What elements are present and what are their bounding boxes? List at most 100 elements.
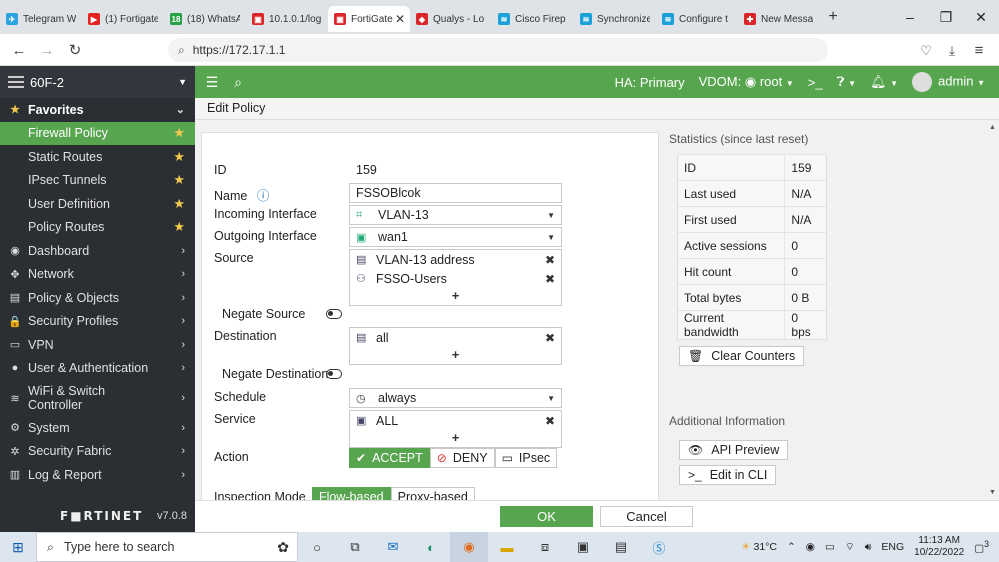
record-icon[interactable]: ◉ <box>806 541 815 553</box>
forward-icon[interactable]: → <box>36 40 58 62</box>
action-deny-button[interactable]: ⊘ DENY <box>429 448 495 468</box>
search-icon[interactable]: ⌕ <box>225 74 251 91</box>
browser-tab[interactable]: ▣ 10.1.0.1/log <box>246 6 328 32</box>
edge-icon[interactable]: ◐ <box>412 532 450 562</box>
menu-icon[interactable]: ≡ <box>968 40 990 62</box>
flow-based-button[interactable]: Flow-based <box>312 487 391 500</box>
scroll-down-icon[interactable]: ▼ <box>989 489 996 496</box>
wifi-icon[interactable]: ⌔ <box>845 540 855 554</box>
scrollbar[interactable]: ▲ ▼ <box>987 120 999 500</box>
vdom-selector[interactable]: VDOM: ◉ root ▼ <box>699 74 794 90</box>
close-tab-icon[interactable]: ✕ <box>395 12 405 26</box>
weather-widget[interactable]: ☀ 31°C <box>741 541 777 553</box>
tray-chevron-icon[interactable]: ⌃ <box>787 541 796 553</box>
scroll-up-icon[interactable]: ▲ <box>989 124 996 131</box>
cancel-button[interactable]: Cancel <box>600 506 693 527</box>
bell-icon[interactable]: 🔔︎ ▼ <box>870 74 898 90</box>
sidebar-favorite-item[interactable]: Static Routes ★ <box>0 145 195 169</box>
incoming-interface-select[interactable]: ⌗ VLAN-13 ▼ <box>349 205 562 225</box>
negate-source-toggle[interactable] <box>326 309 342 319</box>
sidebar-menu-item[interactable]: ✲ Security Fabric › <box>0 440 195 464</box>
star-icon[interactable]: ★ <box>173 196 185 212</box>
display-icon[interactable]: ▭ <box>825 541 835 553</box>
star-icon[interactable]: ★ <box>173 125 185 141</box>
hamburger-icon[interactable]: ☰ <box>199 74 225 91</box>
browser-tab[interactable]: ≋ Synchronize <box>574 6 656 32</box>
proxy-based-button[interactable]: Proxy-based <box>390 487 475 500</box>
api-preview-button[interactable]: 👁︎ API Preview <box>679 440 789 460</box>
negate-destination-toggle[interactable] <box>326 369 342 379</box>
source-field[interactable]: ▤ VLAN-13 address ✖ ⚇ FSSO-Users ✖ + <box>349 249 562 306</box>
browser-tab[interactable]: 18 (18) WhatsA <box>164 6 246 32</box>
schedule-select[interactable]: ◷ always ▼ <box>349 388 562 408</box>
task-view-icon[interactable]: ⧉ <box>336 532 374 562</box>
ok-button[interactable]: OK <box>500 506 593 527</box>
sidebar-menu-item[interactable]: ▭ VPN › <box>0 333 195 357</box>
new-tab-button[interactable]: + <box>820 8 846 26</box>
add-service-button[interactable]: + <box>350 430 561 447</box>
add-source-button[interactable]: + <box>350 288 561 305</box>
action-ipsec-button[interactable]: ▭ IPsec <box>494 448 558 468</box>
star-icon[interactable]: ★ <box>173 219 185 235</box>
star-icon[interactable]: ★ <box>173 149 185 165</box>
sidebar-menu-item[interactable]: ◉ Dashboard › <box>0 239 195 263</box>
sidebar-favorite-item[interactable]: Firewall Policy ★ <box>0 121 195 145</box>
admin-menu[interactable]: admin ▼ <box>912 72 985 92</box>
sidebar-favorite-item[interactable]: Policy Routes ★ <box>0 216 195 240</box>
sidebar-menu-item[interactable]: ⚙ System › <box>0 416 195 440</box>
back-icon[interactable]: ← <box>8 40 30 62</box>
browser-tab[interactable]: ✈ Telegram W <box>0 6 82 32</box>
network-tool-icon[interactable]: ⧈ <box>526 532 564 562</box>
vm-console-icon[interactable]: ▤ <box>602 532 640 562</box>
remote-desktop-icon[interactable]: ▣ <box>564 532 602 562</box>
sidebar-menu-item[interactable]: ≋ WiFi & Switch Controller › <box>0 380 195 416</box>
sidebar-menu-item[interactable]: ▥ Log & Report › <box>0 463 195 487</box>
downloads-icon[interactable]: ⤓ <box>941 40 963 62</box>
cli-console-icon[interactable]: >_ <box>808 75 823 90</box>
language-indicator[interactable]: ENG <box>881 541 904 553</box>
sidebar-favorites[interactable]: ★ Favorites ⌄ <box>0 98 195 122</box>
device-selector[interactable]: 60F-2 ▼ <box>0 66 195 98</box>
destination-field[interactable]: ▤ all ✖ + <box>349 327 562 365</box>
taskbar-search[interactable]: ⌕ Type here to search ✿ <box>36 532 298 562</box>
browser-tab[interactable]: ✚ New Messa <box>738 6 820 32</box>
sidebar-menu-item[interactable]: ● User & Authentication › <box>0 357 195 381</box>
remove-icon[interactable]: ✖ <box>545 253 555 267</box>
cortana-icon[interactable]: ○ <box>298 532 336 562</box>
reload-icon[interactable]: ↻ <box>64 40 86 62</box>
remove-icon[interactable]: ✖ <box>545 414 555 428</box>
windows-start-icon[interactable]: ⊞ <box>0 539 36 556</box>
info-icon[interactable]: ⓘ <box>257 189 270 203</box>
action-accept-button[interactable]: ✔ ACCEPT <box>349 448 430 468</box>
minimize-button[interactable]: – <box>890 0 930 34</box>
browser-tab[interactable]: ◆ Qualys - Lo <box>410 6 492 32</box>
browser-tab[interactable]: ≋ Configure t <box>656 6 738 32</box>
sidebar-menu-item[interactable]: 🔒 Security Profiles › <box>0 310 195 334</box>
browser-tab[interactable]: ▣ FortiGate ✕ <box>328 6 410 32</box>
firefox-icon[interactable]: ◉ <box>450 532 488 562</box>
outlook-icon[interactable]: ✉ <box>374 532 412 562</box>
pocket-icon[interactable]: ♡ <box>915 40 937 62</box>
name-input[interactable]: FSSOBlcok <box>349 183 562 203</box>
sidebar-menu-item[interactable]: ✥ Network › <box>0 263 195 287</box>
add-destination-button[interactable]: + <box>350 347 561 364</box>
remove-icon[interactable]: ✖ <box>545 272 555 286</box>
sidebar-favorite-item[interactable]: IPsec Tunnels ★ <box>0 169 195 193</box>
close-window-button[interactable]: ✕ <box>961 0 999 34</box>
clock[interactable]: 11:13 AM 10/22/2022 <box>914 535 964 559</box>
browser-tab[interactable]: ▶ (1) Fortigate <box>82 6 164 32</box>
skype-icon[interactable]: Ⓢ <box>640 532 678 562</box>
outgoing-interface-select[interactable]: ▣ wan1 ▼ <box>349 227 562 247</box>
maximize-button[interactable]: ❐ <box>926 0 966 34</box>
sidebar-menu-item[interactable]: ▤ Policy & Objects › <box>0 286 195 310</box>
remove-icon[interactable]: ✖ <box>545 331 555 345</box>
url-field[interactable]: ⌕ https://172.17.1.1 <box>168 38 828 62</box>
volume-icon[interactable]: 🔊︎ <box>865 541 872 554</box>
service-field[interactable]: ▣ ALL ✖ + <box>349 410 562 448</box>
sidebar-favorite-item[interactable]: User Definition ★ <box>0 192 195 216</box>
clear-counters-button[interactable]: 🗑︎ Clear Counters <box>679 346 805 366</box>
notifications-icon[interactable]: ▢3 <box>974 539 989 555</box>
star-icon[interactable]: ★ <box>173 172 185 188</box>
help-icon[interactable]: ❓︎ ▼ <box>837 74 856 90</box>
edit-in-cli-button[interactable]: >_ Edit in CLI <box>679 465 777 485</box>
